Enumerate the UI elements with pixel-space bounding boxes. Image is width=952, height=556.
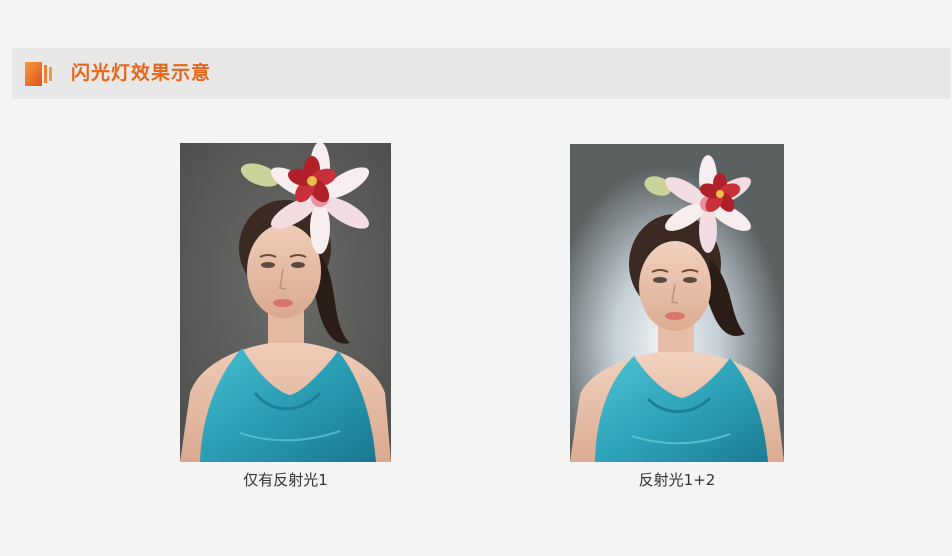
section-title: 闪光灯效果示意	[71, 62, 212, 84]
book-icon	[25, 62, 52, 86]
photo-caption-2: 反射光1+2	[638, 471, 716, 489]
portrait-photo-reflector-1	[180, 143, 391, 462]
section-header: 闪光灯效果示意	[12, 48, 950, 99]
page: 闪光灯效果示意 仅有反射光1 反射光1+2	[0, 0, 952, 556]
photo-caption-1: 仅有反射光1	[243, 471, 328, 489]
portrait-photo-reflector-1-2	[570, 144, 784, 462]
